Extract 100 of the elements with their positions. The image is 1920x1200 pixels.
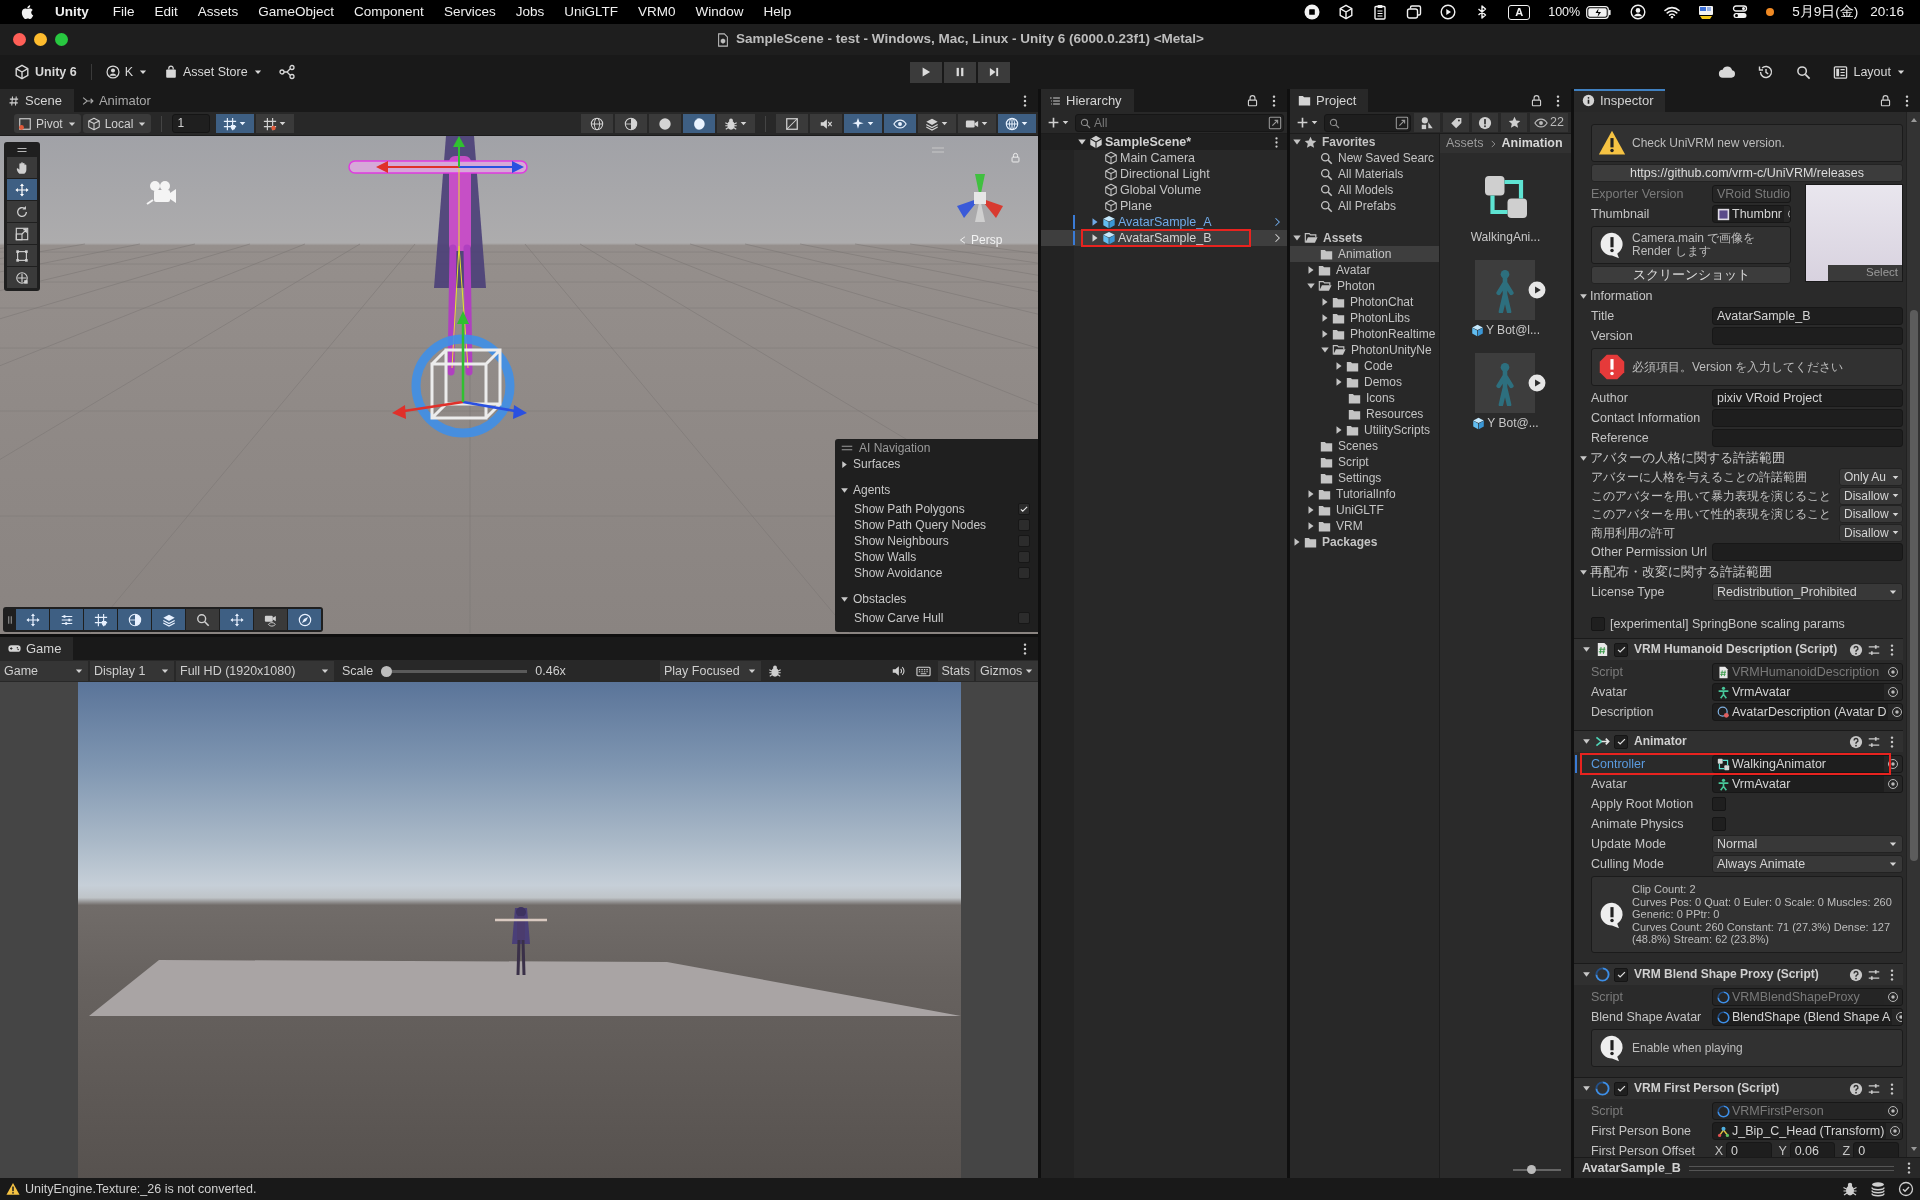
pivot-overlay-button[interactable] bbox=[220, 609, 253, 630]
rotate-tool-button[interactable] bbox=[7, 201, 37, 222]
tree-item[interactable]: PhotonRealtime bbox=[1290, 326, 1439, 342]
tree-item[interactable]: UtilityScripts bbox=[1290, 422, 1439, 438]
foldout-arrow-icon[interactable] bbox=[1090, 217, 1100, 227]
tree-item[interactable]: Settings bbox=[1290, 470, 1439, 486]
checkbox[interactable] bbox=[1018, 503, 1030, 515]
gizmos-dropdown[interactable]: Gizmos bbox=[976, 661, 1038, 681]
dropdown[interactable]: Only Au bbox=[1839, 468, 1903, 487]
play-circle-icon[interactable] bbox=[1528, 281, 1547, 299]
foldout-arrow-icon[interactable] bbox=[1334, 361, 1344, 371]
foldout-arrow-icon[interactable] bbox=[1582, 1084, 1591, 1093]
snap-increment-field[interactable]: 1 bbox=[172, 114, 211, 133]
object-field[interactable]: BlendShape (Blend Shape A bbox=[1712, 1008, 1903, 1026]
menu-bar-clock[interactable]: 20:16 bbox=[1870, 3, 1904, 21]
help-icon[interactable] bbox=[1849, 1081, 1863, 1096]
object-field[interactable]: Thumbnr bbox=[1712, 205, 1791, 223]
transform-tool-button[interactable] bbox=[7, 267, 37, 288]
menu-item[interactable]: Edit bbox=[154, 3, 178, 21]
tree-item[interactable]: Scenes bbox=[1290, 438, 1439, 454]
foldout-arrow-icon[interactable] bbox=[1077, 137, 1087, 147]
expand-window-icon[interactable] bbox=[1268, 115, 1282, 130]
foldout-arrow-icon[interactable] bbox=[1579, 291, 1588, 301]
expand-window-icon[interactable] bbox=[1395, 115, 1410, 130]
record-stop-icon[interactable] bbox=[1304, 4, 1321, 20]
overlay-section-header[interactable]: Surfaces bbox=[840, 456, 901, 472]
search-field[interactable] bbox=[1324, 113, 1412, 132]
overlay-section-header[interactable]: Obstacles bbox=[840, 591, 907, 607]
menu-item[interactable]: UniGLTF bbox=[564, 3, 618, 21]
foldout-arrow-icon[interactable] bbox=[1334, 377, 1344, 387]
foldout-arrow-icon[interactable] bbox=[1306, 265, 1316, 275]
camera-overlay-button[interactable] bbox=[254, 609, 287, 630]
hierarchy-item[interactable]: AvatarSample_B bbox=[1041, 230, 1287, 246]
foldout-header[interactable]: Information bbox=[1574, 286, 1903, 306]
hierarchy-item[interactable]: Plane bbox=[1041, 198, 1287, 214]
menu-item[interactable]: Window bbox=[695, 3, 744, 21]
component-header[interactable]: VRM Humanoid Description (Script) bbox=[1574, 638, 1903, 660]
space-dropdown[interactable]: Local bbox=[82, 114, 152, 133]
foldout-arrow-icon[interactable] bbox=[1292, 537, 1302, 547]
foldout-arrow-icon[interactable] bbox=[1306, 281, 1316, 291]
model-thumbnail[interactable] bbox=[1475, 260, 1536, 320]
tree-item[interactable]: VRM bbox=[1290, 518, 1439, 534]
step-button[interactable] bbox=[978, 61, 1010, 83]
window-zoom-button[interactable] bbox=[55, 33, 68, 46]
tree-item[interactable]: Animation bbox=[1290, 246, 1439, 262]
text-field[interactable]: pixiv VRoid Project bbox=[1712, 389, 1903, 407]
scrollbar-thumb[interactable] bbox=[1909, 310, 1918, 861]
hand-tool-button[interactable] bbox=[7, 157, 37, 178]
foldout-header[interactable]: 再配布・改変に関する許諾範囲 bbox=[1574, 562, 1903, 582]
layout-dropdown[interactable]: Layout bbox=[1827, 61, 1912, 83]
play-circle-icon[interactable] bbox=[1440, 4, 1457, 20]
resolution-dropdown[interactable]: Full HD (1920x1080) bbox=[176, 661, 334, 681]
panel-tab[interactable]: Animator bbox=[73, 89, 163, 112]
window-minimize-button[interactable] bbox=[34, 33, 47, 46]
app-menu[interactable]: Unity bbox=[55, 3, 89, 21]
overlapping-windows-icon[interactable] bbox=[1406, 4, 1423, 20]
panel-tab[interactable]: Hierarchy bbox=[1041, 89, 1134, 112]
tree-item[interactable]: Favorites bbox=[1290, 134, 1439, 150]
breadcrumb-item[interactable]: Animation bbox=[1501, 136, 1563, 151]
tree-item[interactable]: All Materials bbox=[1290, 166, 1439, 182]
gizmos-dropdown[interactable] bbox=[998, 114, 1036, 133]
stats-button[interactable]: Stats bbox=[937, 661, 974, 681]
lighting-button[interactable] bbox=[118, 609, 151, 630]
help-icon[interactable] bbox=[1849, 967, 1863, 982]
dropdown[interactable]: Disallow bbox=[1839, 486, 1903, 505]
pause-button[interactable] bbox=[944, 61, 976, 83]
user-circle-icon[interactable] bbox=[1630, 4, 1647, 20]
presets-icon[interactable] bbox=[1867, 642, 1881, 657]
2d-toggle[interactable] bbox=[776, 114, 808, 133]
tree-item[interactable]: PhotonChat bbox=[1290, 294, 1439, 310]
breadcrumb-item[interactable]: Assets bbox=[1446, 136, 1484, 151]
foldout-arrow-icon[interactable] bbox=[1292, 137, 1302, 147]
component-header[interactable]: VRM First Person (Script) bbox=[1574, 1077, 1903, 1099]
play-circle-icon[interactable] bbox=[1528, 374, 1547, 392]
foldout-arrow-icon[interactable] bbox=[1582, 737, 1591, 746]
audio-toggle[interactable] bbox=[810, 114, 842, 133]
foldout-header[interactable]: アバターの人格に関する許諾範囲 bbox=[1574, 448, 1903, 468]
scrollbar[interactable] bbox=[1906, 112, 1920, 1157]
object-field[interactable]: VrmAvatar bbox=[1712, 775, 1903, 793]
foldout-arrow-icon[interactable] bbox=[1320, 329, 1330, 339]
presets-icon[interactable] bbox=[1867, 734, 1881, 749]
component-header[interactable]: VRM Blend Shape Proxy (Script) bbox=[1574, 963, 1903, 985]
foldout-arrow-icon[interactable] bbox=[1582, 970, 1591, 979]
splitter-handle[interactable] bbox=[1688, 1165, 1894, 1171]
tree-item[interactable]: Script bbox=[1290, 454, 1439, 470]
rect-tool-button[interactable] bbox=[7, 245, 37, 266]
tree-item[interactable]: All Prefabs bbox=[1290, 198, 1439, 214]
account-dropdown[interactable]: K bbox=[99, 62, 155, 82]
play-button[interactable] bbox=[910, 61, 942, 83]
text-field[interactable]: AvatarSample_B bbox=[1712, 307, 1903, 325]
view-type-dropdown[interactable]: Game bbox=[0, 661, 88, 681]
asset-label[interactable]: Y Bot@l... bbox=[1471, 323, 1540, 337]
tree-item[interactable]: UniGLTF bbox=[1290, 502, 1439, 518]
enable-checkbox[interactable] bbox=[1614, 967, 1628, 982]
object-picker-icon[interactable] bbox=[1887, 686, 1899, 698]
component-header[interactable]: Animator bbox=[1574, 730, 1903, 752]
grid-snapping-button[interactable] bbox=[84, 609, 117, 630]
scale-tool-button[interactable] bbox=[7, 223, 37, 244]
menu-item[interactable]: Jobs bbox=[515, 3, 545, 21]
foldout-arrow-icon[interactable] bbox=[1320, 345, 1330, 355]
